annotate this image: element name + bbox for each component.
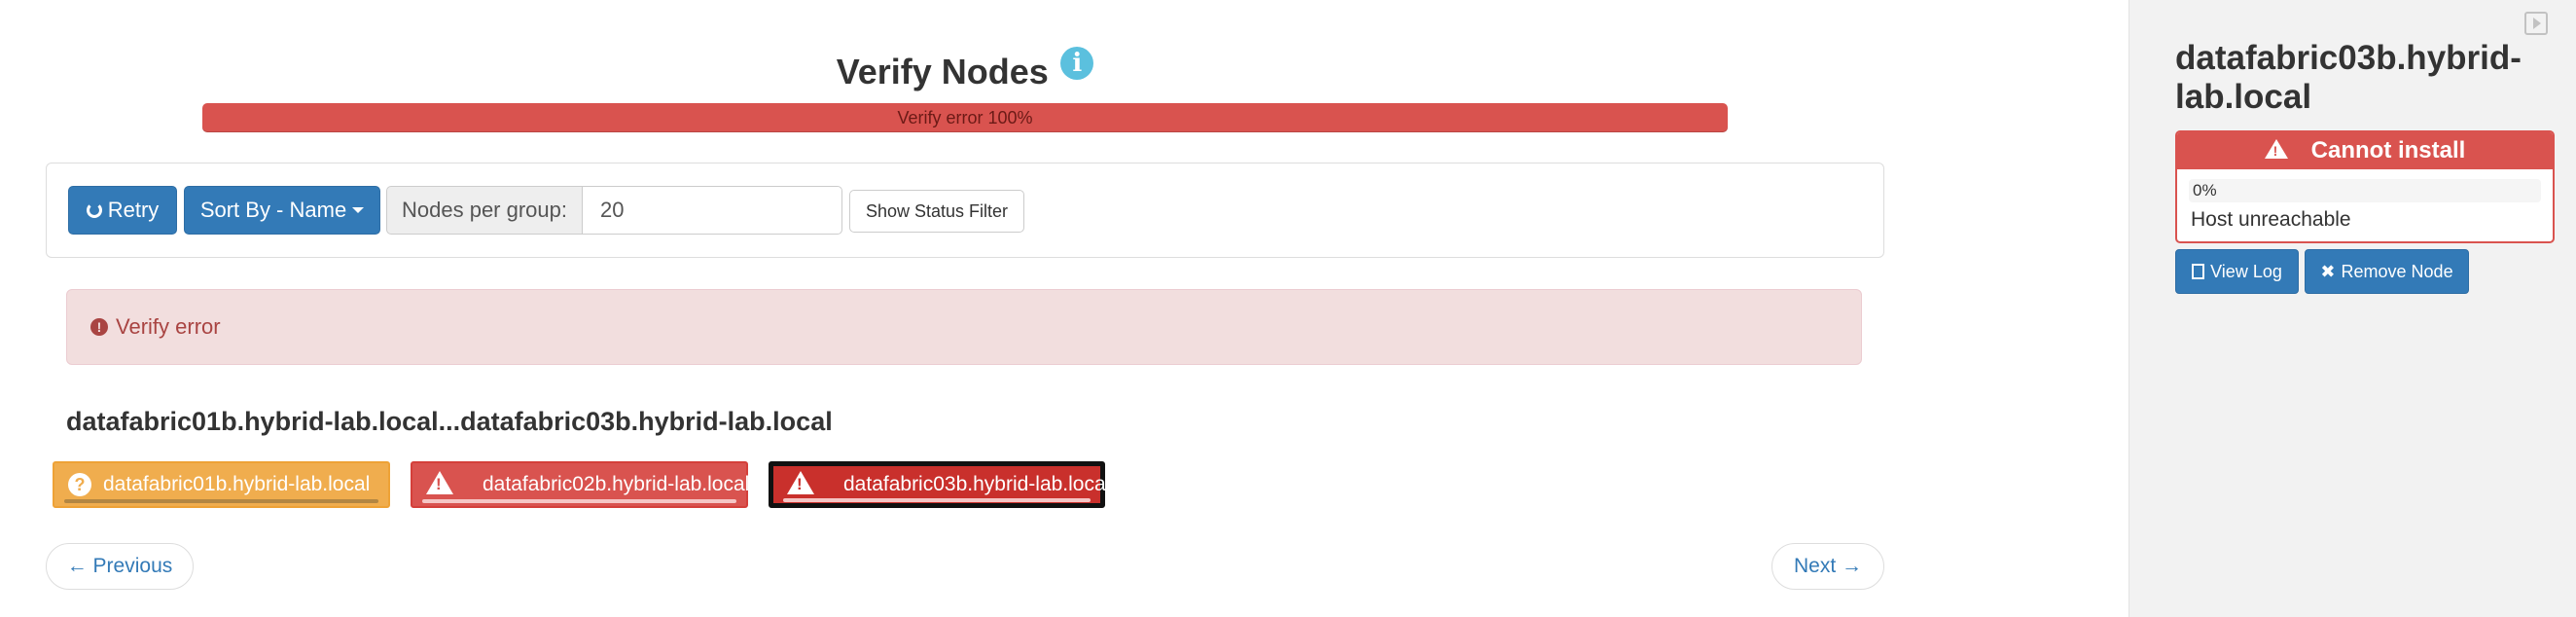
page-title: Verify Nodes	[836, 52, 1049, 91]
nodes-per-group-label: Nodes per group:	[386, 186, 583, 235]
node-progress-underline	[64, 499, 378, 503]
progress-label: Verify error 100%	[897, 108, 1033, 127]
info-circle-icon[interactable]: i	[1060, 47, 1094, 80]
retry-label: Retry	[107, 198, 160, 222]
exclamation-circle-icon: !	[90, 318, 108, 336]
remove-node-button[interactable]: ✖ Remove Node	[2305, 249, 2469, 294]
file-icon	[2192, 264, 2205, 279]
sort-label: Sort By - Name	[199, 198, 347, 222]
warning-icon	[426, 471, 453, 494]
refresh-icon	[86, 202, 102, 218]
main-content: Verify Nodes i Verify error 100% Retry S…	[0, 0, 2129, 617]
node-label: datafabric02b.hybrid-lab.local	[483, 473, 750, 495]
node-button-datafabric02b[interactable]: datafabric02b.hybrid-lab.local	[411, 461, 750, 508]
nodes-per-group-input[interactable]	[582, 186, 842, 235]
sidebar-node-title: datafabric03b.hybrid-lab.local	[2175, 39, 2522, 116]
warning-icon	[787, 471, 814, 494]
host-status-message: Host unreachable	[2191, 208, 2351, 231]
view-log-label: View Log	[2210, 261, 2282, 281]
question-circle-icon: ?	[68, 473, 91, 496]
node-label: datafabric03b.hybrid-lab.local	[843, 473, 1111, 495]
alert-message: Verify error	[116, 314, 221, 339]
caret-down-icon	[352, 207, 365, 213]
remove-node-label: Remove Node	[2341, 261, 2453, 281]
previous-page-button[interactable]: ← Previous	[46, 543, 194, 590]
node-progress-underline	[783, 498, 1091, 502]
node-detail-sidebar: datafabric03b.hybrid-lab.local Cannot in…	[2129, 0, 2576, 617]
sort-dropdown-button[interactable]: Sort By - Name	[184, 186, 380, 235]
node-progress-underline	[422, 499, 736, 503]
retry-button[interactable]: Retry	[68, 186, 177, 235]
verify-error-alert: ! Verify error	[66, 289, 1862, 365]
status-heading: Cannot install	[2310, 137, 2466, 163]
toolbar: Retry Sort By - Name Nodes per group: Sh…	[46, 163, 1884, 258]
close-icon: ✖	[2320, 261, 2336, 281]
view-log-button[interactable]: View Log	[2175, 249, 2299, 294]
node-status-panel: Cannot install 0% Host unreachable	[2175, 130, 2555, 243]
collapse-sidebar-icon[interactable]	[2524, 12, 2548, 35]
node-group-title: datafabric01b.hybrid-lab.local...datafab…	[66, 407, 833, 436]
install-progress-label: 0%	[2193, 181, 2217, 200]
next-page-button[interactable]: Next →	[1771, 543, 1884, 590]
verify-progress-bar: Verify error 100%	[202, 103, 1728, 132]
title-row: Verify Nodes i	[0, 43, 1930, 101]
node-button-datafabric03b[interactable]: datafabric03b.hybrid-lab.local	[769, 461, 1110, 508]
show-status-filter-button[interactable]: Show Status Filter	[849, 190, 1024, 233]
node-label: datafabric01b.hybrid-lab.local	[103, 473, 371, 495]
install-progress-bar: 0%	[2189, 179, 2541, 202]
warning-icon	[2264, 139, 2288, 160]
panel-heading: Cannot install	[2177, 132, 2553, 169]
node-button-datafabric01b[interactable]: ? datafabric01b.hybrid-lab.local	[53, 461, 390, 508]
